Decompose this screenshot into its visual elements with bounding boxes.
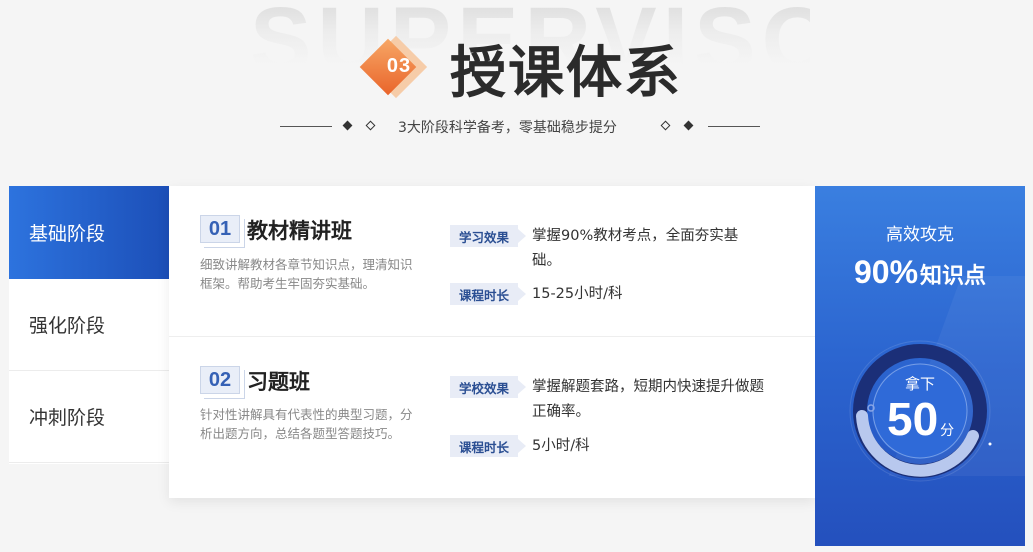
duration-value: 15-25小时/科: [532, 286, 623, 302]
panel-percent-unit: 知识点: [920, 264, 987, 289]
diamond-outline-icon: [660, 120, 671, 131]
course-card: 01 教材精讲班 细致讲解教材各章节知识点，理清知识框架。帮助考生牢固夯实基础。…: [169, 186, 815, 498]
course-item: 01 教材精讲班 细致讲解教材各章节知识点，理清知识框架。帮助考生牢固夯实基础。…: [169, 186, 815, 336]
tab-intensive-stage[interactable]: 强化阶段: [9, 279, 169, 371]
section-subtitle: 3大阶段科学备考，零基础稳步提分: [398, 120, 617, 136]
diamond-outline-icon: [365, 120, 376, 131]
duration-tag: 课程时长: [450, 283, 526, 305]
diamond-filled-icon: [342, 120, 353, 131]
course-name: 习题班: [247, 370, 310, 394]
panel-percent-line: 90%知识点: [815, 254, 1025, 291]
effect-tag: 学校效果: [450, 376, 526, 398]
subtitle-rule-right: [708, 126, 760, 127]
gauge-unit: 分: [940, 423, 955, 439]
badge-number: 03: [386, 55, 412, 77]
course-item: 02 习题班 针对性讲解具有代表性的典型习题，分析出题方向，总结各题型答题技巧。…: [169, 336, 815, 486]
duration-tag: 课程时长: [450, 435, 526, 457]
course-number: 02: [200, 366, 245, 399]
duration-value: 5小时/科: [532, 438, 590, 454]
effect-value: 掌握解题套路，短期内快速提升做题正确率。: [532, 379, 764, 420]
section-title: 授课体系: [450, 41, 682, 106]
section-subtitle-row: 3大阶段科学备考，零基础稳步提分: [280, 117, 760, 137]
course-number: 01: [200, 215, 245, 248]
subtitle-rule-left: [280, 126, 332, 127]
section-number-badge: 03: [359, 35, 434, 99]
gauge-number: 50: [887, 393, 939, 445]
stage-tabs: 基础阶段 强化阶段 冲刺阶段: [9, 186, 169, 464]
course-name: 教材精讲班: [247, 219, 352, 243]
tab-sprint-stage[interactable]: 冲刺阶段: [9, 371, 169, 463]
course-description: 细致讲解教材各章节知识点，理清知识框架。帮助考生牢固夯实基础。: [200, 257, 413, 291]
panel-percent: 90%: [853, 254, 919, 290]
gauge-label: 拿下: [904, 375, 935, 393]
section-header: SUPERVISOR 03 授课体系 3大阶段科学备考，零基础稳步提分: [0, 0, 1033, 170]
tab-basic-stage[interactable]: 基础阶段: [9, 186, 169, 279]
panel-heading: 高效攻克: [886, 225, 954, 245]
effect-value: 掌握90%教材考点，全面夯实基础。: [532, 228, 739, 269]
diamond-filled-icon: [683, 120, 694, 131]
course-description: 针对性讲解具有代表性的典型习题，分析出题方向，总结各题型答题技巧。: [200, 407, 413, 441]
effect-tag: 学习效果: [450, 225, 526, 247]
gauge-value: 50 分: [887, 392, 954, 446]
highlight-panel: 高效攻克 90%知识点 拿下 50 分: [815, 186, 1025, 546]
